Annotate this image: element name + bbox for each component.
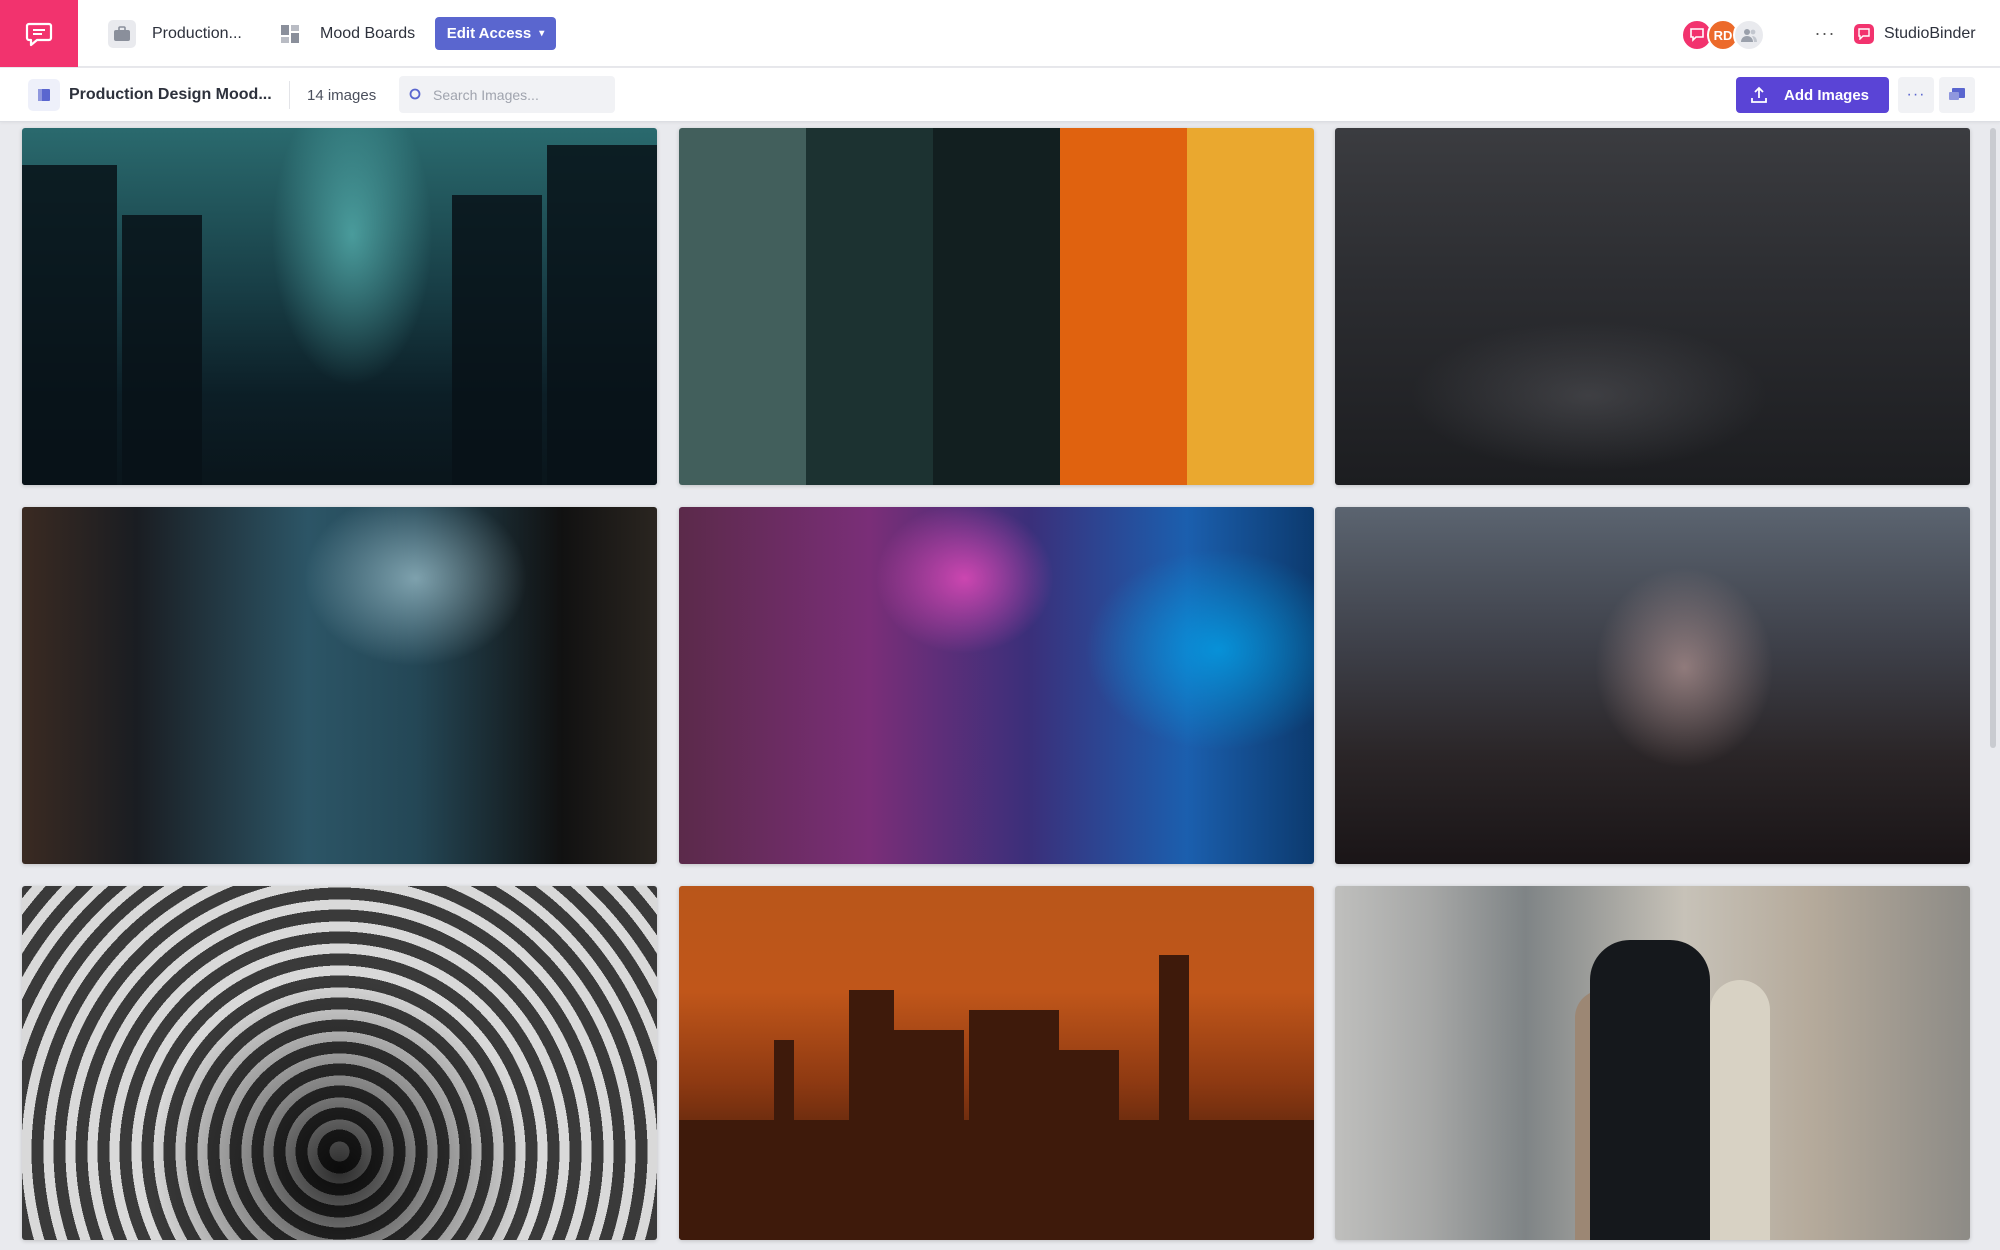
color-swatch: [933, 128, 1060, 485]
edit-access-label: Edit Access: [446, 25, 532, 42]
page-scrollbar[interactable]: [1990, 128, 1996, 748]
search-box[interactable]: [399, 76, 615, 113]
people-icon: [1741, 29, 1757, 42]
add-images-label: Add Images: [1784, 86, 1870, 104]
chevron-down-icon: ▾: [539, 28, 545, 39]
mood-image-circular-building[interactable]: [22, 886, 657, 1240]
studiobinder-logo-icon: [1854, 23, 1874, 44]
present-button[interactable]: [1939, 77, 1975, 113]
studiobinder-brand[interactable]: StudioBinder: [1854, 0, 1976, 67]
chat-bubble-icon: [25, 22, 53, 46]
board-icon: [28, 79, 60, 111]
color-swatch: [1060, 128, 1187, 485]
breadcrumb-project[interactable]: Production...: [108, 0, 242, 67]
mood-image-dark-room[interactable]: [1335, 128, 1970, 485]
building-shape: [122, 215, 202, 485]
color-palette-image[interactable]: [679, 128, 1314, 485]
collaborators[interactable]: RD: [1681, 19, 1765, 51]
avatar[interactable]: [1733, 19, 1765, 51]
mood-image-elevated-rail[interactable]: [1335, 507, 1970, 864]
mood-image-orange-skyline[interactable]: [679, 886, 1314, 1240]
image-count: 14 images: [307, 86, 377, 104]
mood-board-icon: [276, 20, 304, 48]
breadcrumb-mood-boards-label: Mood Boards: [320, 24, 416, 42]
mood-image-stairwell[interactable]: [22, 507, 657, 864]
color-swatch: [1187, 128, 1314, 485]
upload-icon: [1751, 86, 1767, 103]
mood-image-neon-street[interactable]: [679, 507, 1314, 864]
search-input[interactable]: [433, 86, 603, 103]
top-bar: Production... Mood Boards Edit Access ▾ …: [0, 0, 2000, 67]
building-shape: [547, 145, 657, 485]
chat-bubble-icon: [1690, 28, 1704, 42]
board-toolbar: Production Design Mood... 14 images Add …: [0, 68, 2000, 122]
divider: [289, 81, 290, 109]
edit-access-button[interactable]: Edit Access ▾: [435, 17, 556, 50]
color-palette: [679, 128, 1314, 485]
color-swatch: [679, 128, 806, 485]
more-options-icon[interactable]: ···: [1812, 20, 1838, 46]
breadcrumb-project-label: Production...: [152, 24, 242, 42]
figure-shape: [1710, 980, 1770, 1240]
briefcase-icon: [108, 19, 136, 48]
app-name: StudioBinder: [1884, 24, 1976, 42]
building-shape: [22, 165, 117, 485]
board-title[interactable]: Production Design Mood...: [69, 68, 272, 122]
mood-image-man-in-coat[interactable]: [1335, 886, 1970, 1240]
search-icon: [409, 88, 421, 99]
figure-shape: [1590, 940, 1710, 1240]
color-swatch: [806, 128, 933, 485]
present-icon: [1949, 88, 1965, 100]
add-images-button[interactable]: Add Images: [1736, 77, 1889, 113]
breadcrumb-mood-boards[interactable]: Mood Boards: [276, 0, 415, 67]
building-shape: [679, 1120, 1314, 1240]
building-shape: [452, 195, 542, 485]
more-options-icon[interactable]: ···: [1898, 77, 1934, 113]
mood-image-cyberpunk-city[interactable]: [22, 128, 657, 485]
app-menu-button[interactable]: [0, 0, 78, 67]
